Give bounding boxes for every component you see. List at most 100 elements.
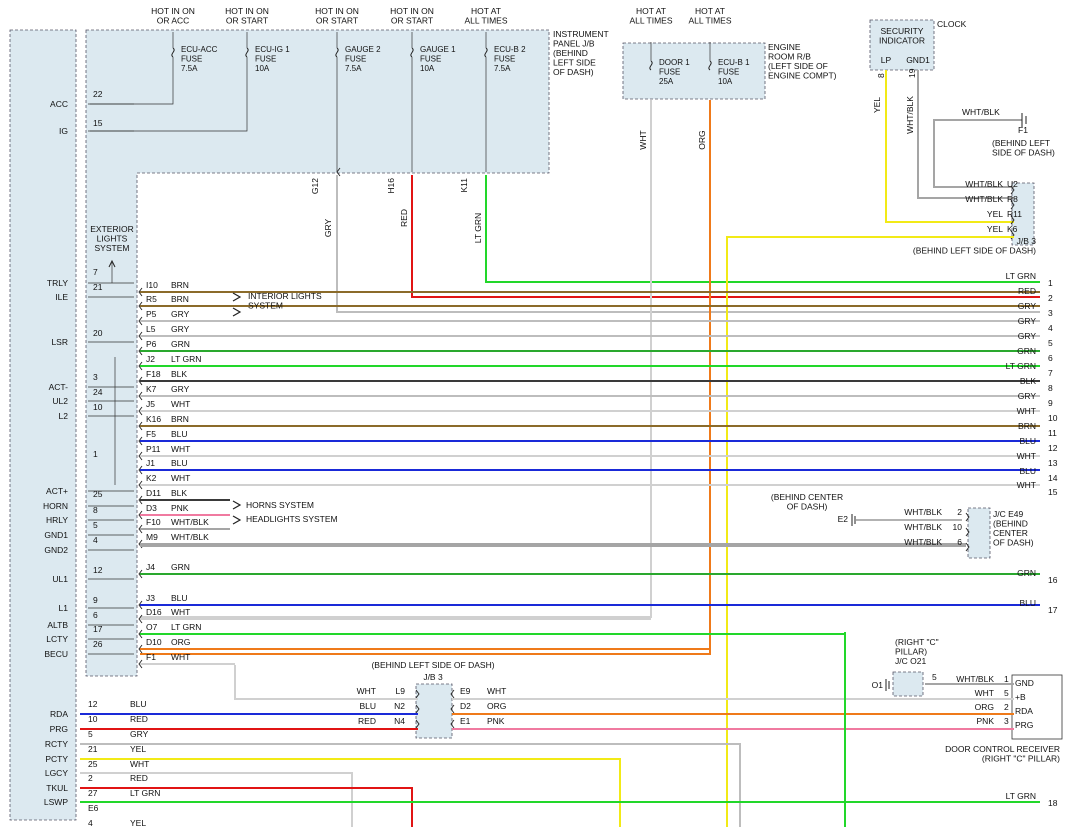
wire-yel-pcty	[80, 758, 621, 827]
row-wire-color: BLU	[171, 429, 188, 439]
e49-pin: 10	[953, 522, 963, 532]
output-number: 14	[1048, 473, 1058, 483]
wire-label-ltgrn: LT GRN	[473, 213, 483, 243]
row-wire-color: BRN	[171, 294, 189, 304]
power-label: HOT IN ON OR START	[390, 6, 434, 26]
ecu-terminal: L1	[59, 603, 69, 613]
power-label: HOT IN ON OR START	[225, 6, 269, 26]
jb3-bottom-left-pin: N2	[394, 701, 405, 711]
row-wire-color: BRN	[171, 280, 189, 290]
row-connector: D3	[146, 503, 157, 513]
output-wire-color: BLU	[1019, 466, 1036, 476]
lower-terminal-number: E6	[88, 803, 99, 813]
wire-label-red: RED	[399, 209, 409, 227]
terminal-number: 8	[93, 505, 98, 515]
output-number: 5	[1048, 338, 1053, 348]
jb3-bottom-right-color: ORG	[487, 701, 506, 711]
engine-room-rb-label: ENGINE ROOM R/B (LEFT SIDE OF ENGINE COMPT)	[768, 42, 837, 81]
ecu-terminal-lower: RDA	[50, 709, 68, 719]
output-number: 1	[1048, 278, 1053, 288]
ecu-terminal: UL1	[52, 574, 68, 584]
ecu-terminal: IG	[59, 126, 68, 136]
power-label: HOT IN ON OR START	[315, 6, 359, 26]
row-connector: J3	[146, 593, 155, 603]
lower-wire-color: BLU	[130, 699, 147, 709]
e2-ground: E2	[838, 514, 849, 524]
receiver-terminal-name: PRG	[1015, 720, 1033, 730]
body-ecu-box	[9, 29, 77, 821]
gnd1-pin: 19	[907, 68, 917, 78]
ecu-terminal: UL2	[52, 396, 68, 406]
ecu-terminal: LSR	[51, 337, 68, 347]
ecu-terminal: ACC	[50, 99, 68, 109]
row-connector: R5	[146, 294, 157, 304]
wiring-diagram: HOT IN ON OR ACC HOT IN ON OR START HOT IN O…	[9, 6, 1063, 827]
output-wire-color: WHT	[1017, 480, 1036, 490]
jb3-bottom-left-color: BLU	[359, 701, 376, 711]
ground-f1-wire: WHT/BLK	[962, 107, 1000, 117]
wire-label-wht: WHT	[638, 130, 648, 149]
jb3-right-wire-color: YEL	[987, 209, 1003, 219]
security-indicator-label: SECURITY INDICATOR	[879, 26, 925, 46]
interior-arrow	[232, 292, 242, 302]
row-wire-color: WHT	[171, 473, 190, 483]
output-wire-color: LT GRN	[1006, 361, 1036, 371]
terminal-number: 10	[93, 402, 103, 412]
row-wire-color: GRY	[171, 324, 190, 334]
wire-label-org: ORG	[697, 130, 707, 149]
output-number: 7	[1048, 368, 1053, 378]
jc-o21-box	[892, 671, 924, 697]
jb3-bottom-left-color: RED	[358, 716, 376, 726]
ecu-terminal-lower: TKUL	[46, 783, 68, 793]
row-connector: K7	[146, 384, 157, 394]
ecu-terminal-lower: LGCY	[45, 768, 68, 778]
wire-wht-lgcy	[80, 772, 353, 827]
headlights-system-label: HEADLIGHTS SYSTEM	[246, 514, 338, 524]
output-wire-color: WHT	[1017, 451, 1036, 461]
row-wire-color: BLU	[171, 593, 188, 603]
receiver-terminal-name: GND	[1015, 678, 1034, 688]
row-connector: D11	[146, 488, 161, 498]
lp-label: LP	[881, 55, 892, 65]
lower-terminal-number: 27	[88, 788, 98, 798]
terminal-number: 9	[93, 595, 98, 605]
row-wire-color: LT GRN	[171, 354, 201, 364]
row-wire-color: GRN	[171, 562, 190, 572]
row-wire-color: WHT	[171, 607, 190, 617]
terminal-number: 20	[93, 328, 103, 338]
terminal-number: 26	[93, 639, 103, 649]
lower-wire-color: GRY	[130, 729, 149, 739]
wire-label-whtblk: WHT/BLK	[905, 96, 915, 134]
jc-e49-label: J/C E49 (BEHIND CENTER OF DASH)	[993, 509, 1034, 548]
wire-wht-l9	[234, 665, 418, 700]
connector-h16: H16	[386, 178, 396, 194]
door-control-receiver-label: DOOR CONTROL RECEIVER (RIGHT "C" PILLAR)	[945, 744, 1060, 764]
ecu-terminal-lower: LSWP	[44, 797, 68, 807]
row-wire-color: BLK	[171, 369, 187, 379]
terminal-number: 17	[93, 624, 103, 634]
row-connector: J1	[146, 458, 155, 468]
jb3-bottom-left-color: WHT	[357, 686, 376, 696]
receiver-pin: 2	[1004, 702, 1009, 712]
output-number: 3	[1048, 308, 1053, 318]
row-connector: F10	[146, 517, 161, 527]
jc-o21-pin: 5	[932, 672, 937, 682]
ecu-terminal: TRLY	[47, 278, 68, 288]
interior-lights-system-label: INTERIOR LIGHTS SYSTEM	[248, 291, 322, 311]
terminal-number: 21	[93, 282, 103, 292]
row-connector: P6	[146, 339, 157, 349]
receiver-wire-color: ORG	[975, 702, 994, 712]
row-connector: K2	[146, 473, 157, 483]
terminal-number: 5	[93, 520, 98, 530]
e2-ground-symbol	[851, 514, 856, 526]
jb3-bottom-location: (BEHIND LEFT SIDE OF DASH)	[371, 660, 494, 670]
row-wire-color: ORG	[171, 637, 190, 647]
ecu-terminal-lower: PRG	[50, 724, 68, 734]
engine-room-rb-box	[622, 42, 766, 100]
jb3-bottom-left-pin: N4	[394, 716, 405, 726]
terminal-number: 1	[93, 449, 98, 459]
lower-wire-color: WHT	[130, 759, 149, 769]
ecu-terminal: L2	[59, 411, 69, 421]
jb3-right-wire-color: YEL	[987, 224, 1003, 234]
jb3-bottom-box	[415, 683, 453, 739]
